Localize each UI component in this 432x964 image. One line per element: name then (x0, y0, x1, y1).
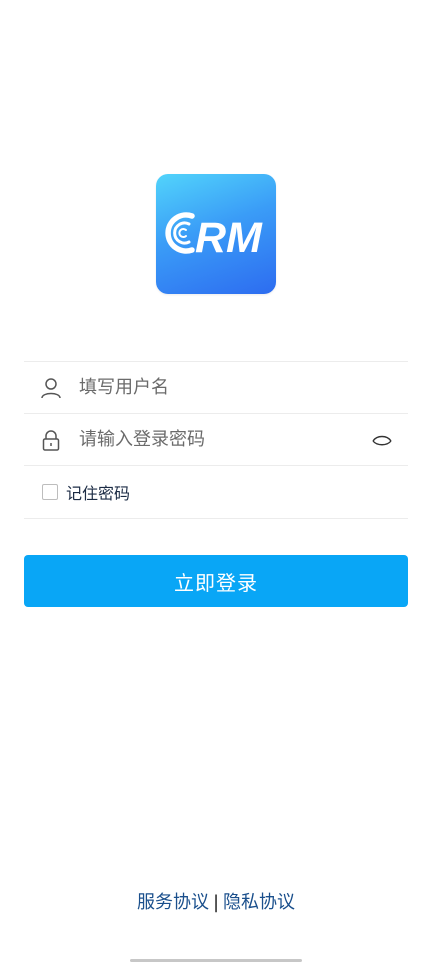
login-button[interactable]: 立即登录 (24, 555, 408, 607)
footer-links: 服务协议 | 隐私协议 (0, 888, 432, 914)
username-field-row (24, 362, 408, 413)
eye-closed-icon[interactable] (372, 433, 392, 447)
privacy-policy-link[interactable]: 隐私协议 (223, 892, 295, 913)
remember-password-label[interactable]: 记住密码 (66, 480, 130, 504)
login-form: 记住密码 (24, 361, 408, 519)
username-input[interactable] (79, 362, 359, 413)
crm-logo-graphic: RM (165, 212, 263, 262)
logo-text: RM (195, 214, 263, 262)
lock-icon (40, 429, 62, 451)
login-page: RM 填写用户名 记住密码 立即登录 服务协议 | 隐私协议 (0, 0, 432, 964)
footer-separator: | (212, 892, 220, 913)
home-indicator (130, 959, 302, 962)
user-icon (40, 377, 62, 399)
remember-password-checkbox[interactable] (42, 484, 58, 500)
divider (24, 518, 408, 519)
crm-logo: RM (156, 174, 276, 294)
login-button-label: 立即登录 (174, 570, 258, 595)
password-field-row (24, 414, 408, 465)
service-agreement-link[interactable]: 服务协议 (137, 892, 209, 913)
remember-password-row: 记住密码 (24, 466, 408, 518)
password-input[interactable] (79, 414, 359, 465)
